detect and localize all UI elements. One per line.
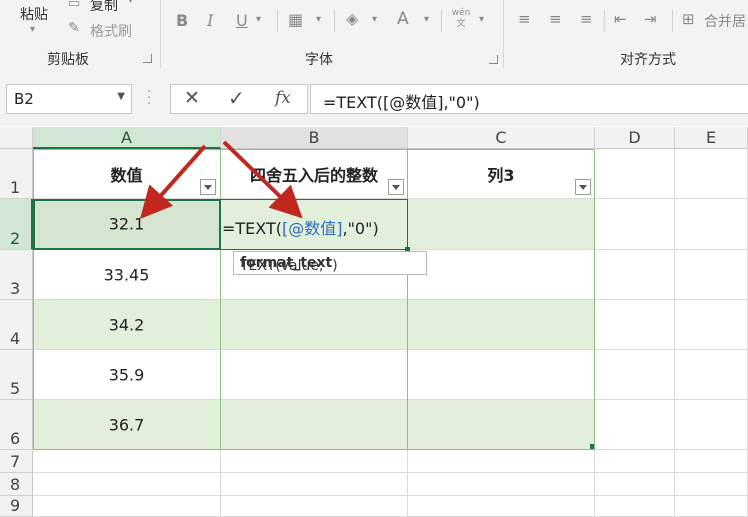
arrow-to-b2 [222, 140, 303, 219]
arrow-to-a2 [140, 144, 207, 219]
annotation-arrows [140, 140, 303, 219]
